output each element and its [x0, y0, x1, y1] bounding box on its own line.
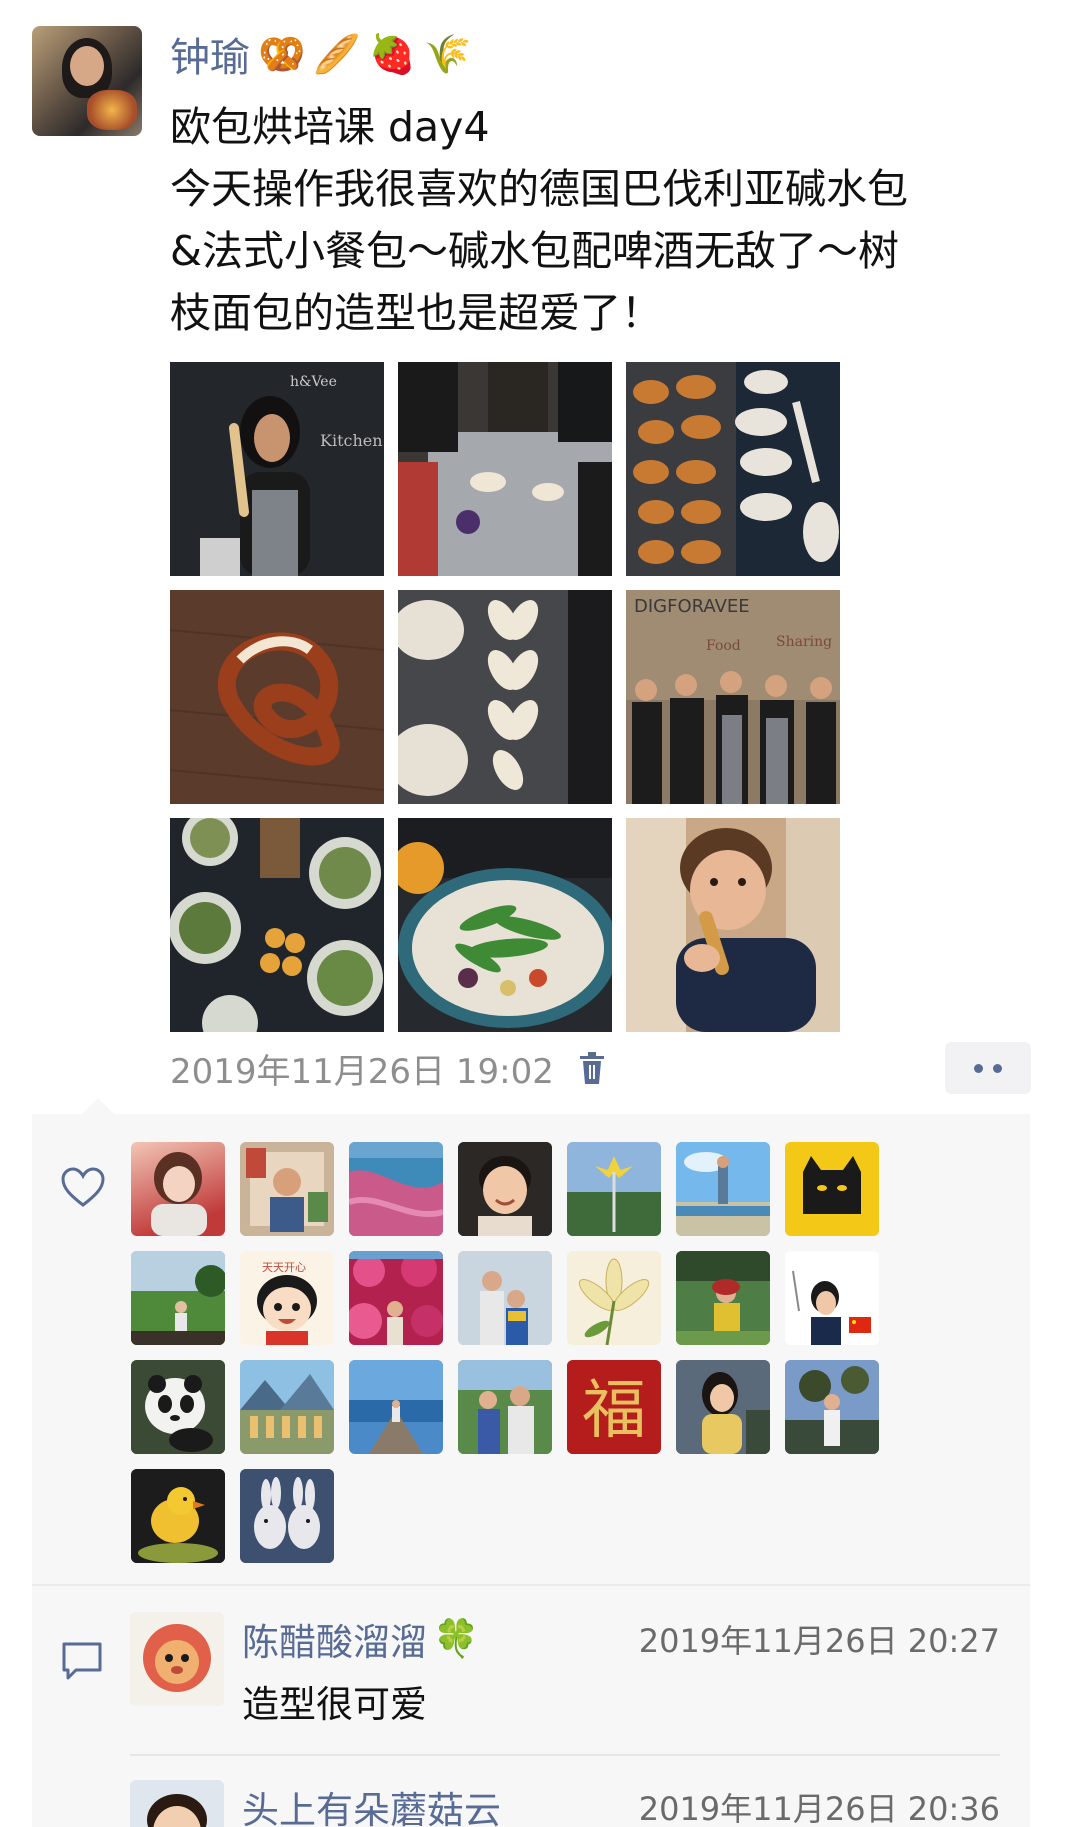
liker-avatar[interactable] — [131, 1469, 225, 1563]
wheat-emoji-icon: 🌾 — [423, 32, 472, 76]
liker-avatar[interactable] — [131, 1142, 225, 1236]
commenter-avatar[interactable] — [130, 1780, 224, 1827]
more-dot-icon — [993, 1063, 1002, 1073]
liker-avatar[interactable] — [785, 1251, 879, 1345]
photo-pretzel-closeup[interactable] — [170, 590, 384, 804]
author-name-row: 钟瑜 🥨 🥖 🍓 🌾 — [170, 24, 471, 84]
avatar-bouquet — [87, 90, 137, 130]
liker-avatar[interactable] — [349, 1360, 443, 1454]
liker-avatar[interactable] — [349, 1142, 443, 1236]
liker-avatar-grid: 天天开心 福 — [131, 1142, 879, 1563]
liker-avatar[interactable] — [567, 1142, 661, 1236]
svg-text:Kitchen: Kitchen — [320, 431, 383, 450]
comment-item: 头上有朵蘑菇云 2019年11月26日 20:36 — [130, 1780, 1000, 1827]
trash-icon[interactable] — [578, 1051, 606, 1085]
baguette-emoji-icon: 🥖 — [313, 32, 361, 76]
liker-avatar[interactable] — [676, 1142, 770, 1236]
photo-salad-plate[interactable] — [398, 818, 612, 1032]
photo-child-eating[interactable] — [626, 818, 840, 1032]
svg-text:天天开心: 天天开心 — [262, 1261, 306, 1274]
post-text: 欧包烘培课 day4 今天操作我很喜欢的德国巴伐利亚碱水包 &法式小餐包～碱水包… — [170, 96, 1030, 344]
svg-text:Food: Food — [706, 638, 741, 654]
liker-avatar[interactable] — [676, 1251, 770, 1345]
liker-avatar[interactable] — [676, 1360, 770, 1454]
comment-time: 2019年11月26日 20:36 — [638, 1790, 1000, 1827]
post-timestamp: 2019年11月26日 19:02 — [170, 1051, 554, 1092]
liker-avatar[interactable]: 天天开心 — [240, 1251, 334, 1345]
svg-text:Sharing: Sharing — [776, 634, 832, 650]
commenter-avatar[interactable] — [130, 1612, 224, 1706]
liker-avatar[interactable] — [785, 1142, 879, 1236]
comment-bubble-icon — [60, 1640, 104, 1682]
commenter-name[interactable]: 陈醋酸溜溜 — [242, 1612, 427, 1666]
author-avatar[interactable] — [32, 26, 142, 136]
more-actions-button[interactable] — [945, 1042, 1031, 1094]
photo-branch-bread[interactable] — [398, 590, 612, 804]
photo-woman-with-bread[interactable]: h&Vee Kitchen — [170, 362, 384, 576]
liker-avatar[interactable] — [458, 1142, 552, 1236]
comment-time: 2019年11月26日 20:27 — [638, 1622, 1000, 1660]
avatar-face — [70, 46, 104, 86]
post-text-line: 欧包烘培课 day4 — [170, 103, 490, 151]
author-name[interactable]: 钟瑜 — [170, 25, 250, 83]
svg-text:福: 福 — [582, 1374, 646, 1448]
post-text-line: 今天操作我很喜欢的德国巴伐利亚碱水包 — [170, 165, 908, 213]
post-text-line: 枝面包的造型也是超爱了！ — [170, 289, 662, 337]
liker-avatar[interactable] — [458, 1251, 552, 1345]
pretzel-emoji-icon: 🥨 — [258, 32, 306, 76]
clover-emoji-icon: 🍀 — [433, 1617, 480, 1660]
liker-avatar[interactable] — [131, 1251, 225, 1345]
liker-avatar[interactable] — [567, 1251, 661, 1345]
photo-group[interactable]: DIGFORAVEE Food Sharing — [626, 590, 840, 804]
heart-outline-icon — [60, 1166, 106, 1208]
panel-caret — [82, 1098, 114, 1114]
liker-avatar[interactable] — [785, 1360, 879, 1454]
comment-separator — [130, 1754, 1000, 1756]
liker-avatar[interactable] — [240, 1469, 334, 1563]
likes-comments-divider — [32, 1584, 1030, 1586]
svg-text:h&Vee: h&Vee — [290, 374, 337, 390]
commenter-name[interactable]: 头上有朵蘑菇云 — [242, 1780, 501, 1827]
liker-avatar[interactable] — [458, 1360, 552, 1454]
comment-item: 陈醋酸溜溜 🍀 2019年11月26日 20:27 造型很可爱 — [130, 1612, 1000, 1726]
photo-kneading-dough[interactable] — [398, 362, 612, 576]
svg-text:DIGFORAVEE: DIGFORAVEE — [634, 596, 750, 617]
photo-dishes[interactable] — [170, 818, 384, 1032]
commenter-name-row: 头上有朵蘑菇云 — [242, 1780, 501, 1827]
post-meta-row: 2019年11月26日 19:02 — [170, 1040, 606, 1096]
liker-avatar[interactable] — [131, 1360, 225, 1454]
strawberry-emoji-icon: 🍓 — [368, 32, 416, 76]
commenter-name-row: 陈醋酸溜溜 🍀 — [242, 1612, 479, 1666]
photo-grid: h&Vee Kitchen DIGFORAVEE Food Sharing — [170, 362, 840, 1032]
liker-avatar[interactable] — [240, 1360, 334, 1454]
post-text-line: &法式小餐包～碱水包配啤酒无敌了～树 — [170, 227, 899, 275]
liker-avatar[interactable] — [240, 1142, 334, 1236]
more-dot-icon — [974, 1063, 983, 1073]
photo-pretzel-tray[interactable] — [626, 362, 840, 576]
liker-avatar[interactable] — [349, 1251, 443, 1345]
social-panel: 天天开心 福 陈醋酸溜溜 🍀 2019年11月26日 20:27 造型很可爱 头… — [32, 1098, 1030, 1827]
fu-avatar[interactable]: 福 — [567, 1360, 661, 1454]
comment-text[interactable]: 造型很可爱 — [242, 1674, 427, 1728]
